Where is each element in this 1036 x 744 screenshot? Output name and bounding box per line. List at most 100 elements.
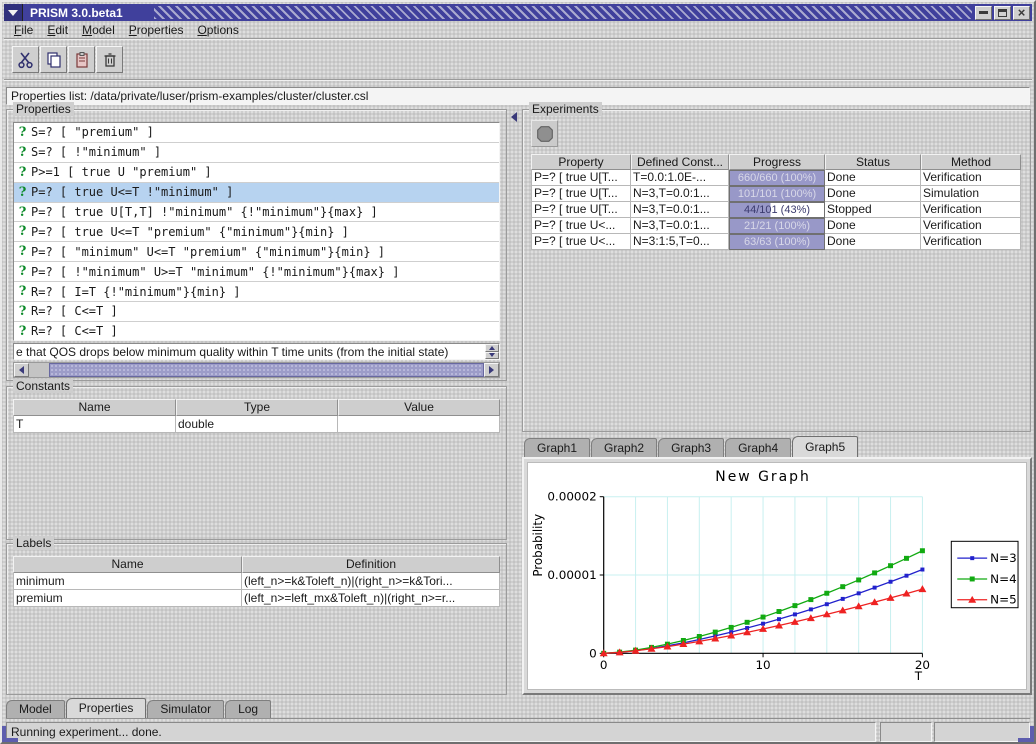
main-tab-log[interactable]: Log [225,700,271,718]
property-row[interactable]: ?P=? [ true U<=T "premium" {"minimum"}{m… [14,222,499,242]
scrollbar-track[interactable] [29,363,49,377]
property-text: P=? [ true U[T,T] !"minimum" {!"minimum"… [31,205,378,219]
property-row[interactable]: ?S=? [ "premium" ] [14,123,499,143]
tab-graph5[interactable]: Graph5 [792,436,858,457]
table-row[interactable]: P=? [ true U[T...T=0.0:1.0E-...660/660 (… [531,170,1021,186]
property-row[interactable]: ?P=? [ "minimum" U<=T "premium" {"minimu… [14,242,499,262]
menu-item-edit[interactable]: Edit [47,23,68,37]
labels-table[interactable]: NameDefinitionminimum(left_n>=k&Toleft_n… [13,556,500,607]
main-tab-strip: ModelPropertiesSimulatorLog [6,699,1030,719]
properties-group: Properties ?S=? [ "premium" ]?S=? [ !"mi… [6,109,507,381]
comment-horizontal-scrollbar[interactable] [13,362,500,378]
menu-item-model[interactable]: Model [82,23,115,37]
property-row[interactable]: ?R=? [ C<=T ] [14,322,499,341]
window-title: PRISM 3.0.beta1 [23,6,123,20]
column-header[interactable]: Name [13,399,176,416]
constants-group-title: Constants [13,379,73,393]
minimize-button[interactable] [975,6,992,20]
x-axis-label: T [914,669,923,683]
scroll-left-button[interactable] [14,363,29,377]
status-cell-secondary [880,722,932,742]
column-header[interactable]: Definition [242,556,500,573]
spinner-down-button[interactable] [485,352,499,360]
column-header[interactable]: Type [176,399,338,416]
property-row[interactable]: ?P>=1 [ true U "premium" ] [14,163,499,183]
column-header[interactable]: Defined Const... [631,154,729,170]
column-header[interactable]: Value [338,399,500,416]
copy-button[interactable] [40,46,67,73]
window-menu-button[interactable] [4,4,23,21]
progress-cell: 63/63 (100%) [729,234,825,250]
labels-group: Labels NameDefinitionminimum(left_n>=k&T… [6,543,507,695]
main-tab-properties[interactable]: Properties [66,698,147,718]
table-cell: N=3,T=0.0:1... [631,186,729,202]
marker-N=3 [777,617,781,621]
table-row[interactable]: P=? [ true U<...N=3,T=0.0:1...21/21 (100… [531,218,1021,234]
property-row[interactable]: ?P=? [ true U<=T !"minimum" ] [14,183,499,203]
property-row[interactable]: ?R=? [ I=T {!"minimum"}{min} ] [14,282,499,302]
spinner-up-button[interactable] [485,344,499,352]
table-row[interactable]: minimum(left_n>=k&Toleft_n)|(right_n>=k&… [13,573,500,590]
maximize-button[interactable] [994,6,1011,20]
question-mark-icon: ? [14,165,31,180]
title-bar[interactable]: PRISM 3.0.beta1 × [4,4,1032,21]
close-icon: × [1018,8,1026,18]
column-header[interactable]: Method [921,154,1021,170]
tab-graph4[interactable]: Graph4 [725,438,791,457]
table-row[interactable]: P=? [ true U[T...N=3,T=0.0:1...101/101 (… [531,186,1021,202]
property-row[interactable]: ?P=? [ !"minimum" U>=T "minimum" {!"mini… [14,262,499,282]
menu-item-properties[interactable]: Properties [129,23,184,37]
scrollbar-thumb[interactable] [49,363,484,377]
column-header[interactable]: Property [531,154,631,170]
column-header[interactable]: Name [13,556,242,573]
property-row[interactable]: ?P=? [ true U[T,T] !"minimum" {!"minimum… [14,203,499,223]
arrow-left-icon [19,366,24,374]
question-mark-icon: ? [14,244,31,259]
main-tab-simulator[interactable]: Simulator [147,700,224,718]
delete-button[interactable] [96,46,123,73]
properties-list-path: Properties list: /data/private/luser/pri… [6,87,1030,105]
property-text: R=? [ C<=T ] [31,304,118,318]
comment-spinner [485,344,499,359]
properties-list[interactable]: ?S=? [ "premium" ]?S=? [ !"minimum" ]?P>… [13,122,500,341]
table-row[interactable]: premium(left_n>=left_mx&Toleft_n)|(right… [13,590,500,607]
stop-experiment-button[interactable] [531,120,558,147]
scroll-right-button[interactable] [484,363,499,377]
tab-graph2[interactable]: Graph2 [591,438,657,457]
paste-button[interactable] [68,46,95,73]
chart-svg: 0102000.000010.00002New GraphTProbabilit… [528,463,1026,689]
table-row[interactable]: Tdouble [13,416,500,433]
title-bar-stripes [154,6,972,19]
main-tab-model[interactable]: Model [6,700,65,718]
experiments-table[interactable]: PropertyDefined Const...ProgressStatusMe… [531,154,1021,250]
x-tick-label: 0 [600,658,608,672]
menu-item-file[interactable]: File [14,23,33,37]
status-cell-progress [934,722,1030,742]
menu-item-options[interactable]: Options [197,23,238,37]
window-resize-corner-right[interactable] [1018,726,1034,742]
y-tick-label: 0 [589,646,597,660]
toolbar [4,40,1032,80]
tab-graph1[interactable]: Graph1 [524,438,590,457]
constants-table[interactable]: NameTypeValueTdouble [13,399,500,433]
cut-button[interactable] [12,46,39,73]
column-header[interactable]: Status [825,154,921,170]
table-cell: Verification [921,234,1021,250]
property-row[interactable]: ?S=? [ !"minimum" ] [14,143,499,163]
property-text: R=? [ I=T {!"minimum"}{min} ] [31,285,241,299]
tab-graph3[interactable]: Graph3 [658,438,724,457]
table-row[interactable]: P=? [ true U[T...N=3,T=0.0:1...44/101 (4… [531,202,1021,218]
table-header-row: PropertyDefined Const...ProgressStatusMe… [531,154,1021,170]
vertical-splitter[interactable] [509,109,521,696]
chart-canvas[interactable]: 0102000.000010.00002New GraphTProbabilit… [527,462,1027,690]
property-row[interactable]: ?R=? [ C<=T ] [14,302,499,322]
column-header[interactable]: Progress [729,154,825,170]
marker-N=3 [873,586,877,590]
close-button[interactable]: × [1013,6,1030,20]
table-row[interactable]: P=? [ true U<...N=3:1:5,T=0...63/63 (100… [531,234,1021,250]
arrow-up-icon [489,346,495,350]
window-resize-corner-left[interactable] [2,726,18,742]
splitter-collapse-icon[interactable] [511,112,517,122]
marker-N=3 [889,580,893,584]
graph-tab-strip: Graph1Graph2Graph3Graph4Graph5 [524,436,1032,457]
